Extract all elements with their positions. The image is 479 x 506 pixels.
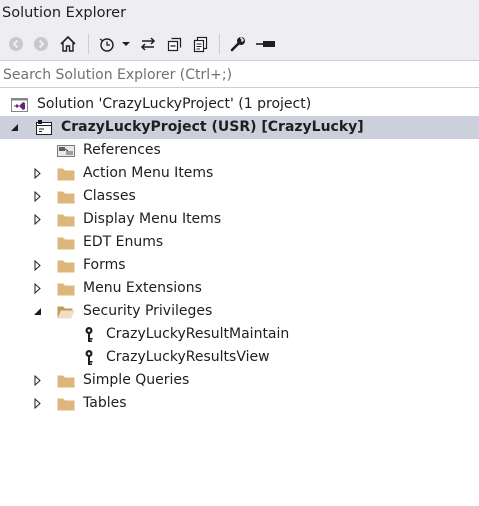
collapsed-triangle-icon[interactable] [31, 369, 43, 392]
folder-icon [57, 211, 75, 228]
key-icon [80, 326, 98, 343]
tree-label-project: CrazyLuckyProject (USR) [CrazyLucky] [61, 119, 364, 135]
folder-open-icon [57, 303, 75, 320]
tree-row-folder[interactable]: Action Menu Items [0, 162, 479, 185]
folder-icon [57, 188, 75, 205]
tree-row-privilege[interactable]: CrazyLuckyResultsView [0, 346, 479, 369]
tree-label: Simple Queries [83, 372, 190, 388]
tree-label: CrazyLuckyResultMaintain [106, 326, 290, 342]
tree-row-privilege[interactable]: CrazyLuckyResultMaintain [0, 323, 479, 346]
tree-label: CrazyLuckyResultsView [106, 349, 270, 365]
properties-wrench-icon[interactable] [227, 34, 249, 54]
tree-row-folder[interactable]: Simple Queries [0, 369, 479, 392]
tree-row-folder[interactable]: Classes [0, 185, 479, 208]
tree-label: Tables [83, 395, 127, 411]
collapse-all-icon[interactable] [164, 34, 186, 54]
solution-icon [11, 96, 29, 113]
show-all-files-icon[interactable] [190, 34, 212, 54]
key-icon [80, 349, 98, 366]
folder-icon [57, 280, 75, 297]
panel-title: Solution Explorer [0, 0, 479, 27]
tree-row-folder[interactable]: Menu Extensions [0, 277, 479, 300]
tree-row-folder[interactable]: EDT Enums [0, 231, 479, 254]
toolbar-separator [88, 34, 89, 54]
home-icon[interactable] [57, 34, 79, 54]
history-icon[interactable] [96, 34, 118, 54]
back-icon[interactable] [6, 34, 26, 54]
tree-row-folder[interactable]: Tables [0, 392, 479, 415]
search-input[interactable] [0, 62, 479, 87]
tree-label-solution: Solution 'CrazyLuckyProject' (1 project) [37, 96, 312, 112]
tree-row-folder[interactable]: Display Menu Items [0, 208, 479, 231]
references-icon [57, 142, 75, 159]
tree-label: EDT Enums [83, 234, 164, 250]
collapsed-triangle-icon[interactable] [31, 208, 43, 231]
tree-row-folder[interactable]: Security Privileges [0, 300, 479, 323]
tree-label: References [83, 142, 161, 158]
tree-label: Forms [83, 257, 126, 273]
folder-icon [57, 257, 75, 274]
folder-icon [57, 165, 75, 182]
forward-icon[interactable] [31, 34, 51, 54]
dropdown-icon[interactable] [121, 34, 131, 54]
collapsed-triangle-icon[interactable] [31, 185, 43, 208]
tree-label: Security Privileges [83, 303, 213, 319]
tree-label: Classes [83, 188, 136, 204]
folder-icon [57, 234, 75, 251]
collapsed-triangle-icon[interactable] [31, 277, 43, 300]
folder-icon [57, 395, 75, 412]
tree-row-project[interactable]: CrazyLuckyProject (USR) [CrazyLucky] [0, 116, 479, 139]
collapsed-triangle-icon[interactable] [31, 162, 43, 185]
expanded-triangle-icon[interactable] [8, 116, 20, 139]
search-bar [0, 62, 479, 88]
tree-label: Action Menu Items [83, 165, 214, 181]
tree-row-solution[interactable]: Solution 'CrazyLuckyProject' (1 project) [0, 93, 479, 116]
collapsed-triangle-icon[interactable] [31, 392, 43, 415]
tree-row-references[interactable]: References [0, 139, 479, 162]
project-icon [35, 119, 53, 136]
folder-icon [57, 372, 75, 389]
expanded-triangle-icon[interactable] [31, 300, 43, 323]
collapsed-triangle-icon[interactable] [31, 254, 43, 277]
preview-pin-icon[interactable] [254, 34, 278, 54]
tree-label: Menu Extensions [83, 280, 202, 296]
toolbar-separator [219, 34, 220, 54]
tree-label: Display Menu Items [83, 211, 222, 227]
toolbar [0, 27, 479, 61]
sync-icon[interactable] [137, 34, 159, 54]
tree-row-folder[interactable]: Forms [0, 254, 479, 277]
